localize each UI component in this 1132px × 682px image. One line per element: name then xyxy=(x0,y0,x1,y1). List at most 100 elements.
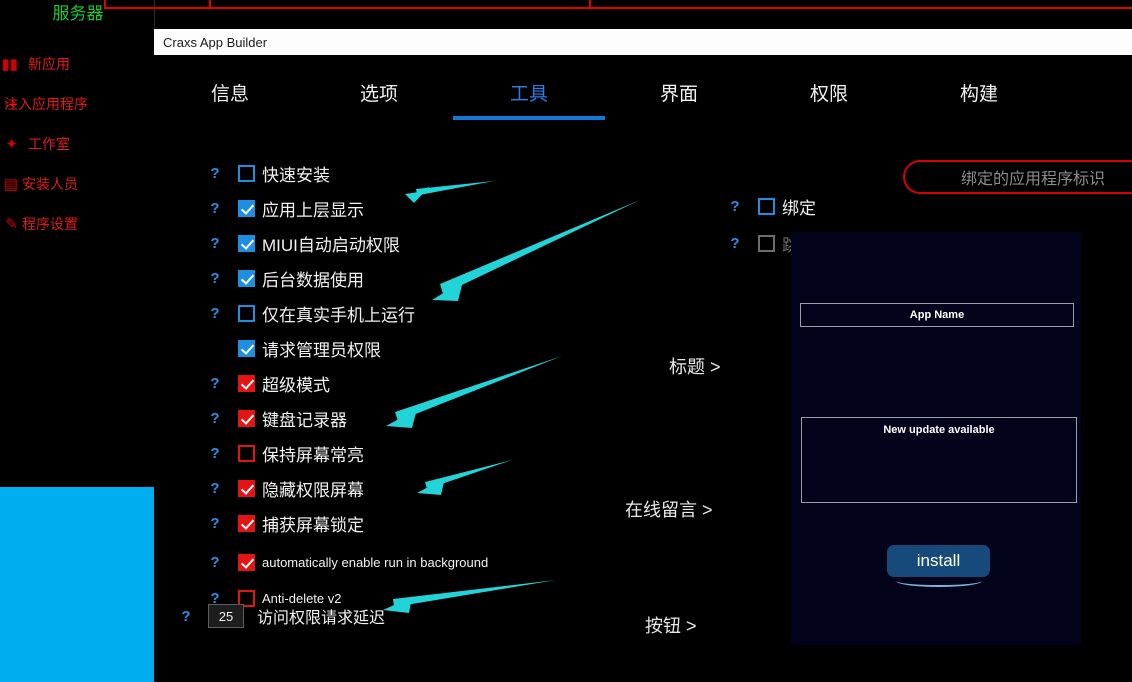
sidebar-item-label: 新应用 xyxy=(28,56,70,72)
option-row-hide-permission-screen[interactable]: ? 隐藏权限屏幕 xyxy=(209,475,364,501)
binding-app-id-input[interactable]: 绑定的应用程序标识 xyxy=(903,160,1132,194)
desktop-sidebar: 服务器 ▮▮ 新应用 ⇨ 注入应用程序 ✦ 工作室 ▤ 安装人员 ✎ 程序设置 xyxy=(0,0,155,682)
help-icon[interactable]: ? xyxy=(209,445,221,462)
option-label: 绑定 xyxy=(782,198,816,218)
settings-icon: ✎ xyxy=(5,216,18,233)
link-title-section[interactable]: 标题 > xyxy=(669,353,721,379)
sidebar-item-label: 工作室 xyxy=(28,136,70,152)
link-label: 标题 > xyxy=(669,357,721,377)
help-icon[interactable]: ? xyxy=(209,165,221,182)
tab-label: 选项 xyxy=(359,83,398,105)
option-label: automatically enable run in background xyxy=(262,554,489,570)
table-divider xyxy=(104,0,106,9)
tab-build[interactable]: 构建 xyxy=(903,69,1055,115)
tab-label: 构建 xyxy=(959,83,998,105)
help-icon[interactable]: ? xyxy=(209,270,221,287)
tab-permissions[interactable]: 权限 xyxy=(753,69,905,115)
checkbox-quick-install[interactable] xyxy=(238,164,255,182)
sidebar-item-installer[interactable]: ▤ 安装人员 xyxy=(0,164,154,204)
option-row-quick-install[interactable]: ? 快速安装 xyxy=(209,160,330,186)
help-icon[interactable]: ? xyxy=(729,198,741,215)
checkbox-auto-run-background[interactable] xyxy=(238,553,255,571)
link-button-section[interactable]: 按钮 > xyxy=(645,612,697,638)
option-row-miui-autostart[interactable]: ? MIUI自动启动权限 xyxy=(209,230,400,256)
sidebar-item-workshop[interactable]: ✦ 工作室 xyxy=(0,124,154,164)
option-row-keep-screen-on[interactable]: ? 保持屏幕常亮 xyxy=(209,440,364,466)
preview-app-name-field[interactable]: App Name xyxy=(800,303,1074,327)
tab-label: 权限 xyxy=(809,83,848,105)
help-icon[interactable]: ? xyxy=(209,410,221,427)
sidebar-item-label: 程序设置 xyxy=(22,216,78,232)
checkbox-request-admin[interactable] xyxy=(238,339,255,357)
tab-bar: 信息 选项 工具 界面 权限 构建 xyxy=(154,69,1132,127)
link-online-message-section[interactable]: 在线留言 > xyxy=(625,496,713,522)
help-icon[interactable]: ? xyxy=(209,200,221,217)
help-icon[interactable]: ? xyxy=(209,375,221,392)
sidebar-item-label: 注入应用程序 xyxy=(4,96,88,112)
tab-label: 工具 xyxy=(509,83,548,105)
option-row-overlay-display[interactable]: ? 应用上层显示 xyxy=(209,195,364,221)
option-label: 应用上层显示 xyxy=(262,200,364,220)
help-icon[interactable]: ? xyxy=(209,480,221,497)
help-icon[interactable]: ? xyxy=(209,554,221,571)
checkbox-super-mode[interactable] xyxy=(238,374,255,392)
option-row-real-device-only[interactable]: ? 仅在真实手机上运行 xyxy=(209,300,415,326)
table-divider xyxy=(589,0,591,9)
sidebar-item-label: 安装人员 xyxy=(22,176,78,192)
option-row-auto-run-background[interactable]: ? automatically enable run in background xyxy=(209,549,488,575)
phone-preview-panel: App Name New update available install xyxy=(791,232,1081,645)
checkbox-binding[interactable] xyxy=(758,197,775,215)
sidebar-item-inject-app[interactable]: ⇨ 注入应用程序 xyxy=(0,84,154,124)
option-row-capture-screen-lock[interactable]: ? 捕获屏幕锁定 xyxy=(209,510,364,536)
checkbox-real-device-only[interactable] xyxy=(238,304,255,322)
preview-install-button[interactable]: install xyxy=(887,545,990,577)
installer-icon: ▤ xyxy=(3,176,18,193)
help-icon[interactable]: ? xyxy=(209,515,221,532)
option-row-super-mode[interactable]: ? 超级模式 xyxy=(209,370,330,396)
binding-app-id-placeholder: 绑定的应用程序标识 xyxy=(960,171,1105,188)
help-icon[interactable]: ? xyxy=(209,235,221,252)
option-row-request-admin[interactable]: ? 请求管理员权限 xyxy=(209,335,381,361)
tab-info[interactable]: 信息 xyxy=(154,69,306,115)
checkbox-keep-screen-on[interactable] xyxy=(238,444,255,462)
checkbox-skip-reinstall xyxy=(758,234,775,252)
link-label: 在线留言 > xyxy=(625,500,713,520)
window-title: Craxs App Builder xyxy=(163,34,268,50)
checkbox-capture-screen-lock[interactable] xyxy=(238,514,255,532)
cyan-panel xyxy=(0,487,154,682)
install-button-shadow xyxy=(896,575,982,587)
option-label: 保持屏幕常亮 xyxy=(262,445,364,465)
option-label: 捕获屏幕锁定 xyxy=(262,515,364,535)
permission-delay-input[interactable]: 25 xyxy=(208,604,244,628)
checkbox-miui-autostart[interactable] xyxy=(238,234,255,252)
help-icon[interactable]: ? xyxy=(729,235,741,252)
tab-label: 界面 xyxy=(659,83,698,105)
chart-icon: ▮▮ xyxy=(1,56,18,73)
checkbox-overlay-display[interactable] xyxy=(238,199,255,217)
tab-interface[interactable]: 界面 xyxy=(603,69,755,115)
sidebar-item-new-app[interactable]: ▮▮ 新应用 xyxy=(0,44,154,84)
help-icon[interactable]: ? xyxy=(209,305,221,322)
sidebar-item-settings[interactable]: ✎ 程序设置 xyxy=(0,204,154,244)
tab-tools[interactable]: 工具 xyxy=(453,69,605,120)
option-label: 超级模式 xyxy=(262,375,330,395)
option-label: 隐藏权限屏幕 xyxy=(262,480,364,500)
background-table-strip xyxy=(104,0,1132,9)
option-label: 仅在真实手机上运行 xyxy=(262,305,415,325)
option-row-background-data[interactable]: ? 后台数据使用 xyxy=(209,265,364,291)
preview-message-field[interactable]: New update available xyxy=(801,417,1077,503)
option-label: 键盘记录器 xyxy=(262,410,347,430)
delay-row: ? 25 访问权限请求延迟 xyxy=(180,604,385,628)
permission-delay-label: 访问权限请求延迟 xyxy=(257,610,386,627)
screen-root: 服务器 ▮▮ 新应用 ⇨ 注入应用程序 ✦ 工作室 ▤ 安装人员 ✎ 程序设置 xyxy=(0,0,1132,682)
option-label: 快速安装 xyxy=(262,165,330,185)
workshop-icon: ✦ xyxy=(5,136,18,153)
checkbox-keylogger[interactable] xyxy=(238,409,255,427)
checkbox-background-data[interactable] xyxy=(238,269,255,287)
option-row-keylogger[interactable]: ? 键盘记录器 xyxy=(209,405,347,431)
help-icon[interactable]: ? xyxy=(180,608,192,625)
checkbox-hide-permission-screen[interactable] xyxy=(238,479,255,497)
option-row-binding[interactable]: ? 绑定 xyxy=(729,193,816,219)
tab-options[interactable]: 选项 xyxy=(303,69,455,115)
tab-label: 信息 xyxy=(210,83,249,105)
